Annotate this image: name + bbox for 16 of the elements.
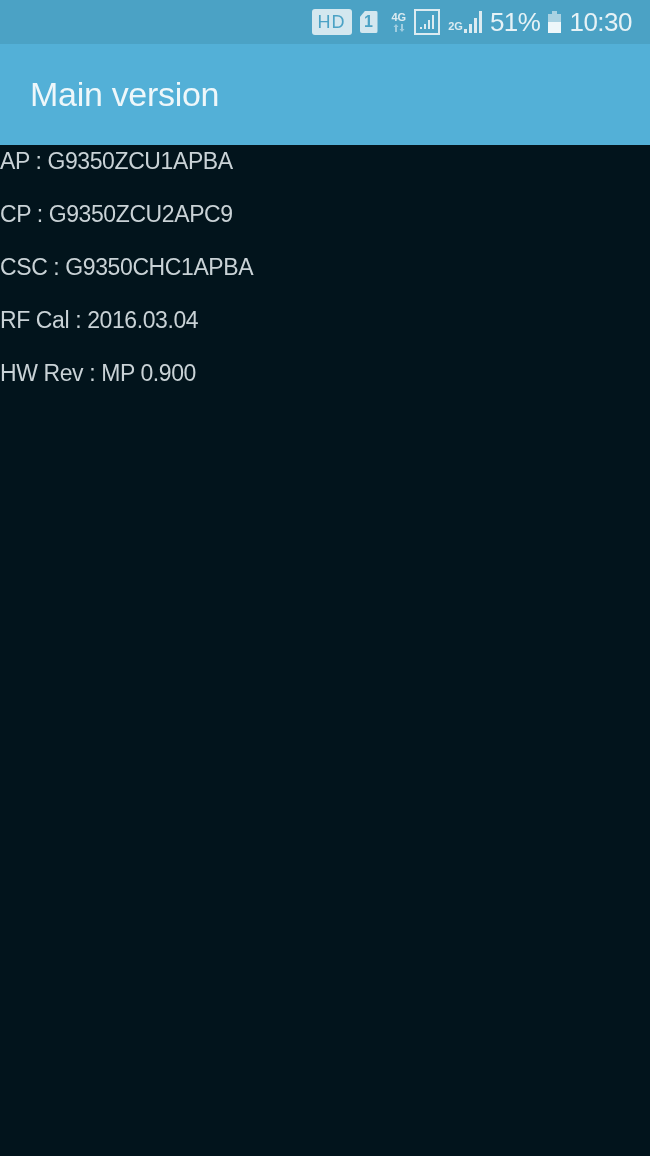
network-type: 4G <box>391 12 407 23</box>
version-info-line: CP : G9350ZCU2APC9 <box>0 200 233 229</box>
signal-icon <box>414 9 441 35</box>
battery-percentage: 51% <box>489 7 541 37</box>
clock: 10:30 <box>569 7 632 37</box>
signal-icon <box>463 11 482 33</box>
version-info-line: AP : G9350ZCU1APBA <box>0 147 233 176</box>
version-info-line: CSC : G9350CHC1APBA <box>0 253 254 282</box>
hd-badge: HD <box>311 9 352 35</box>
screen-title: Main version <box>30 75 220 114</box>
version-info-line: RF Cal : 2016.03.04 <box>0 306 199 335</box>
version-info-line: HW Rev : MP 0.900 <box>0 359 196 388</box>
sim-badge: 1 <box>359 11 378 33</box>
battery-icon <box>548 11 562 33</box>
network-type: 2G <box>448 21 463 32</box>
up-down-arrows-icon <box>392 24 405 32</box>
